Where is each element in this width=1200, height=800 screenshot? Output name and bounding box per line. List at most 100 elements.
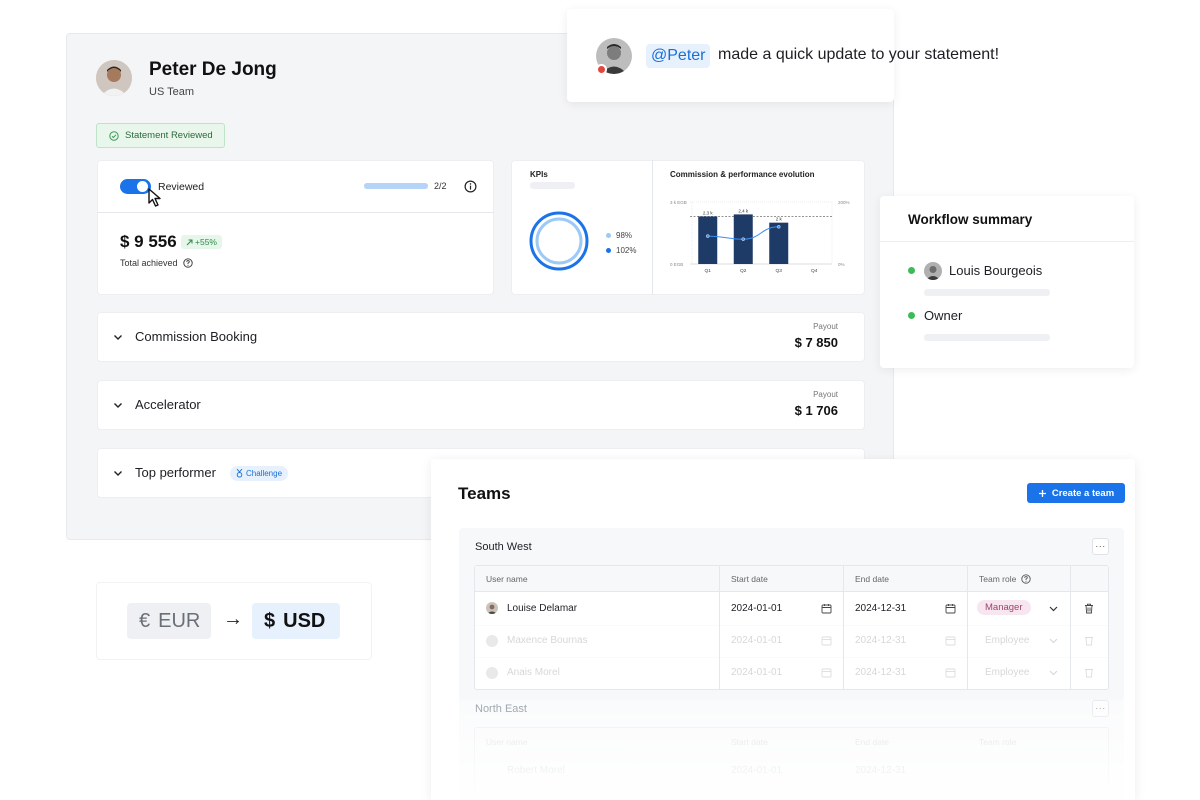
currency-from-chip[interactable]: € EUR bbox=[127, 603, 211, 639]
bar-value-label: 2,3 k bbox=[703, 210, 714, 215]
role-select[interactable]: Employee bbox=[985, 667, 1029, 678]
currency-to-code: USD bbox=[283, 609, 326, 632]
payout-value: $ 7 850 bbox=[794, 335, 838, 350]
bar bbox=[769, 222, 789, 264]
team-group-title: North East bbox=[475, 703, 527, 715]
help-icon[interactable] bbox=[182, 258, 193, 268]
currency-to-chip[interactable]: $ USD bbox=[252, 603, 340, 639]
user-team: US Team bbox=[149, 86, 195, 98]
column-header-team-role[interactable]: Team role bbox=[979, 574, 1031, 584]
column-header-start-date[interactable]: Start date bbox=[731, 737, 768, 747]
review-progress-fill bbox=[364, 183, 428, 189]
plan-row-title: Commission Booking bbox=[135, 329, 258, 344]
member-name: Maxence Bournas bbox=[507, 635, 588, 646]
chevron-down-icon[interactable] bbox=[112, 399, 124, 411]
performance-point bbox=[741, 237, 745, 241]
bar-value-label: 2 k bbox=[776, 217, 783, 222]
status-dot bbox=[908, 312, 915, 319]
role-select[interactable]: Employee bbox=[985, 635, 1029, 646]
member-avatar bbox=[486, 602, 498, 614]
trash-icon[interactable] bbox=[1084, 667, 1094, 678]
member-name: Robert Morel bbox=[507, 765, 565, 776]
north-east-table: User name Start date End date Team role … bbox=[474, 727, 1109, 800]
column-header-user-name[interactable]: User name bbox=[486, 737, 528, 747]
column-header-end-date[interactable]: End date bbox=[855, 574, 889, 584]
performance-point bbox=[777, 225, 781, 229]
chevron-down-icon[interactable] bbox=[112, 467, 124, 479]
chevron-down-icon[interactable] bbox=[1048, 667, 1059, 678]
team-menu-button[interactable]: ··· bbox=[1092, 538, 1109, 555]
create-team-label: Create a team bbox=[1051, 487, 1115, 499]
status-dot bbox=[908, 267, 915, 274]
kpi-donut bbox=[528, 210, 590, 272]
kpi-placeholder-bar bbox=[530, 182, 575, 189]
total-delta-value: +55% bbox=[195, 237, 217, 247]
chevron-down-icon[interactable] bbox=[1048, 635, 1059, 646]
column-header-end-date[interactable]: End date bbox=[855, 737, 889, 747]
payout-label: Payout bbox=[813, 390, 838, 399]
total-amount: $ 9 556 bbox=[120, 232, 177, 251]
chevron-down-icon[interactable] bbox=[1048, 603, 1059, 614]
workflow-step-label: Louis Bourgeois bbox=[949, 263, 1043, 278]
x-tick-label: Q4 bbox=[811, 268, 818, 274]
calendar-icon[interactable] bbox=[945, 635, 956, 646]
start-date[interactable]: 2024-01-01 bbox=[731, 635, 782, 646]
performance-chart: 3 k EGB 0 EGB 200% 0% 2,3 k Q1 2,4 k Q2 2 k Q3 Q4 bbox=[670, 200, 850, 274]
team-group-title: South West bbox=[475, 541, 532, 553]
chart-title: Commission & performance evolution bbox=[670, 170, 815, 179]
end-date[interactable]: 2024-12-31 bbox=[855, 667, 906, 678]
user-avatar bbox=[96, 60, 132, 96]
info-icon[interactable] bbox=[464, 180, 477, 193]
end-date[interactable]: 2024-12-31 bbox=[855, 765, 906, 776]
kpi-legend-1: 98% bbox=[606, 231, 632, 240]
mention-chip[interactable]: @Peter bbox=[646, 44, 711, 68]
member-name: Anais Morel bbox=[507, 667, 560, 678]
challenge-badge: Challenge bbox=[230, 466, 289, 481]
help-icon[interactable] bbox=[1021, 574, 1031, 584]
status-badge-label: Statement Reviewed bbox=[125, 130, 213, 141]
trend-up-icon bbox=[186, 239, 193, 246]
divider bbox=[475, 591, 1108, 592]
start-date[interactable]: 2024-01-01 bbox=[731, 765, 782, 776]
review-progress-text: 2/2 bbox=[434, 181, 447, 191]
column-header-team-role[interactable]: Team role bbox=[979, 737, 1016, 747]
kpi-legend-2-value: 102% bbox=[616, 246, 637, 255]
calendar-icon[interactable] bbox=[945, 667, 956, 678]
y-tick-label: 3 k EGB bbox=[670, 200, 687, 205]
legend-dot bbox=[606, 233, 611, 238]
end-date[interactable]: 2024-12-31 bbox=[855, 635, 906, 646]
column-header-user-name[interactable]: User name bbox=[486, 574, 528, 584]
teams-title: Teams bbox=[458, 484, 511, 503]
faded-rows: Maxence Bournas 2024-01-01 2024-12-31 Em… bbox=[475, 625, 1108, 689]
start-date[interactable]: 2024-01-01 bbox=[731, 667, 782, 678]
plan-row-accelerator[interactable] bbox=[97, 380, 865, 430]
calendar-icon[interactable] bbox=[821, 603, 832, 614]
calendar-icon[interactable] bbox=[821, 635, 832, 646]
chevron-down-icon[interactable] bbox=[112, 331, 124, 343]
column-header-start-date[interactable]: Start date bbox=[731, 574, 768, 584]
divider bbox=[475, 625, 1108, 626]
calendar-icon[interactable] bbox=[821, 667, 832, 678]
x-tick-label: Q1 bbox=[705, 268, 712, 274]
start-date[interactable]: 2024-01-01 bbox=[731, 603, 782, 614]
end-date[interactable]: 2024-12-31 bbox=[855, 603, 906, 614]
plan-row-title: Top performer bbox=[135, 465, 216, 480]
trash-icon[interactable] bbox=[1084, 635, 1094, 646]
calendar-icon[interactable] bbox=[945, 603, 956, 614]
x-tick-label: Q2 bbox=[740, 268, 747, 274]
trash-icon[interactable] bbox=[1084, 603, 1094, 614]
team-menu-button[interactable]: ··· bbox=[1092, 700, 1109, 717]
y-tick-label: 0 EGB bbox=[670, 262, 683, 267]
bar-value-label: 2,4 k bbox=[738, 208, 749, 213]
medal-icon bbox=[236, 469, 243, 478]
total-label: Total achieved bbox=[120, 258, 193, 268]
plan-row-title: Accelerator bbox=[135, 397, 201, 412]
create-team-button[interactable]: Create a team bbox=[1027, 483, 1125, 503]
divider bbox=[880, 241, 1134, 242]
role-select[interactable]: Manager bbox=[977, 600, 1031, 615]
y2-tick-label: 200% bbox=[838, 200, 850, 205]
review-toggle-label: Reviewed bbox=[158, 181, 205, 193]
member-avatar bbox=[486, 667, 498, 679]
notification-status-dot bbox=[596, 64, 607, 75]
y2-tick-label: 0% bbox=[838, 262, 845, 267]
